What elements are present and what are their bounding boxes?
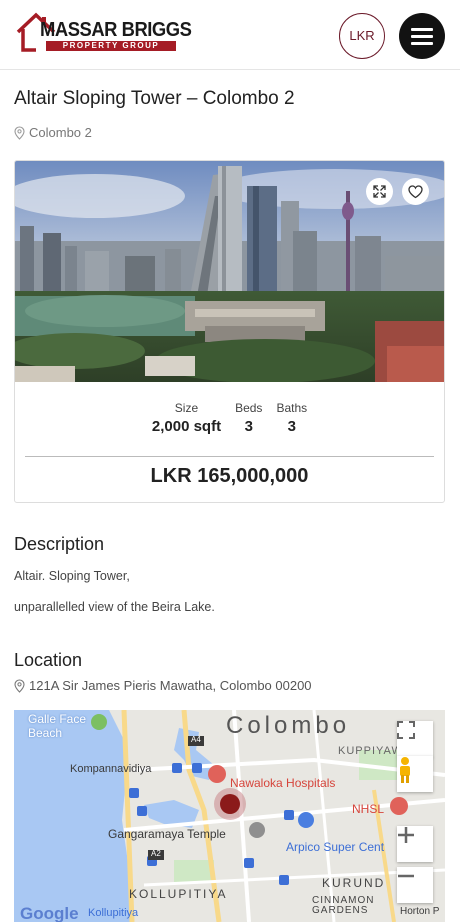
description-line: Altair. Sloping Tower,	[14, 569, 130, 583]
site-header: MASSAR BRIGGS PROPERTY GROUP LKR	[0, 0, 460, 70]
location-address: 121A Sir James Pieris Mawatha, Colombo 0…	[14, 678, 312, 693]
description-heading: Description	[14, 534, 105, 554]
location-text: Colombo 2	[29, 125, 92, 140]
brand-logo[interactable]: MASSAR BRIGGS PROPERTY GROUP	[16, 12, 192, 54]
brand-subtitle: PROPERTY GROUP	[46, 41, 176, 51]
pegman-icon	[400, 757, 410, 783]
hamburger-menu-icon	[411, 35, 433, 38]
map-label-kollupitiya-station: Kollupitiya	[88, 907, 139, 919]
route-shield-a2: A2	[151, 849, 161, 858]
map-label-nhsl: NHSL	[352, 802, 385, 816]
menu-button[interactable]	[399, 13, 445, 59]
hamburger-menu-icon	[411, 42, 433, 45]
stat-label: Baths	[276, 401, 308, 415]
fullscreen-button[interactable]	[366, 178, 393, 205]
brand-name: MASSAR BRIGGS	[40, 19, 192, 41]
fullscreen-icon	[397, 721, 415, 739]
street-view-pegman-button[interactable]	[397, 756, 433, 792]
property-location: Colombo 2	[14, 125, 92, 140]
zoom-out-button[interactable]	[397, 867, 433, 903]
google-logo: Google	[20, 904, 79, 922]
minus-icon	[398, 874, 414, 878]
map-label-horton: Horton P	[400, 906, 440, 917]
property-stats: Size 2,000 sqft Beds 3 Baths 3	[15, 401, 444, 435]
map-pin-icon	[14, 125, 25, 140]
expand-icon	[373, 185, 386, 198]
hamburger-menu-icon	[411, 28, 433, 31]
location-map[interactable]: Galle Face Beach Colombo KUPPIYAWA Kompan…	[14, 710, 445, 922]
map-label-colombo: Colombo	[226, 712, 351, 739]
map-label-gangaramaya: Gangaramaya Temple	[108, 827, 226, 841]
favorite-button[interactable]	[402, 178, 429, 205]
map-label-cinnamon: CINNAMON GARDENS	[312, 895, 375, 916]
stat-size: Size 2,000 sqft	[152, 401, 221, 435]
plus-icon	[398, 827, 414, 843]
currency-button[interactable]: LKR	[339, 13, 385, 59]
map-label-nawaloka: Nawaloka Hospitals	[230, 776, 336, 790]
stat-value: 2,000 sqft	[151, 418, 222, 435]
stat-value: 3	[244, 418, 253, 435]
stat-beds: Beds 3	[235, 401, 262, 435]
property-title: Altair Sloping Tower – Colombo 2	[14, 88, 295, 109]
stat-label: Size	[174, 401, 199, 415]
map-label-arpico: Arpico Super Cent	[286, 840, 385, 854]
divider	[25, 456, 434, 457]
description-line: unparallelled view of the Beira Lake.	[14, 600, 215, 614]
map-label-kompannavidiya: Kompannavidiya	[70, 763, 152, 775]
address-text: 121A Sir James Pieris Mawatha, Colombo 0…	[29, 678, 312, 693]
property-card: Size 2,000 sqft Beds 3 Baths 3 LKR 165,0…	[14, 160, 445, 503]
map-fullscreen-button[interactable]	[397, 721, 433, 757]
map-label-kollupitiya: KOLLUPITIYA	[129, 887, 228, 901]
heart-icon	[408, 184, 423, 198]
location-heading: Location	[14, 650, 83, 670]
stat-label: Beds	[235, 401, 263, 415]
stat-baths: Baths 3	[276, 401, 307, 435]
property-price: LKR 165,000,000	[150, 465, 309, 487]
map-label-galle-face: Galle Face Beach	[28, 712, 87, 740]
map-canvas	[14, 710, 445, 922]
map-label-kurunduwatta: KURUND	[322, 876, 386, 890]
property-photo[interactable]	[15, 161, 444, 382]
zoom-in-button[interactable]	[397, 826, 433, 862]
stat-value: 3	[287, 418, 296, 435]
route-shield-a4: A4	[191, 735, 201, 744]
map-pin-icon	[14, 678, 25, 693]
